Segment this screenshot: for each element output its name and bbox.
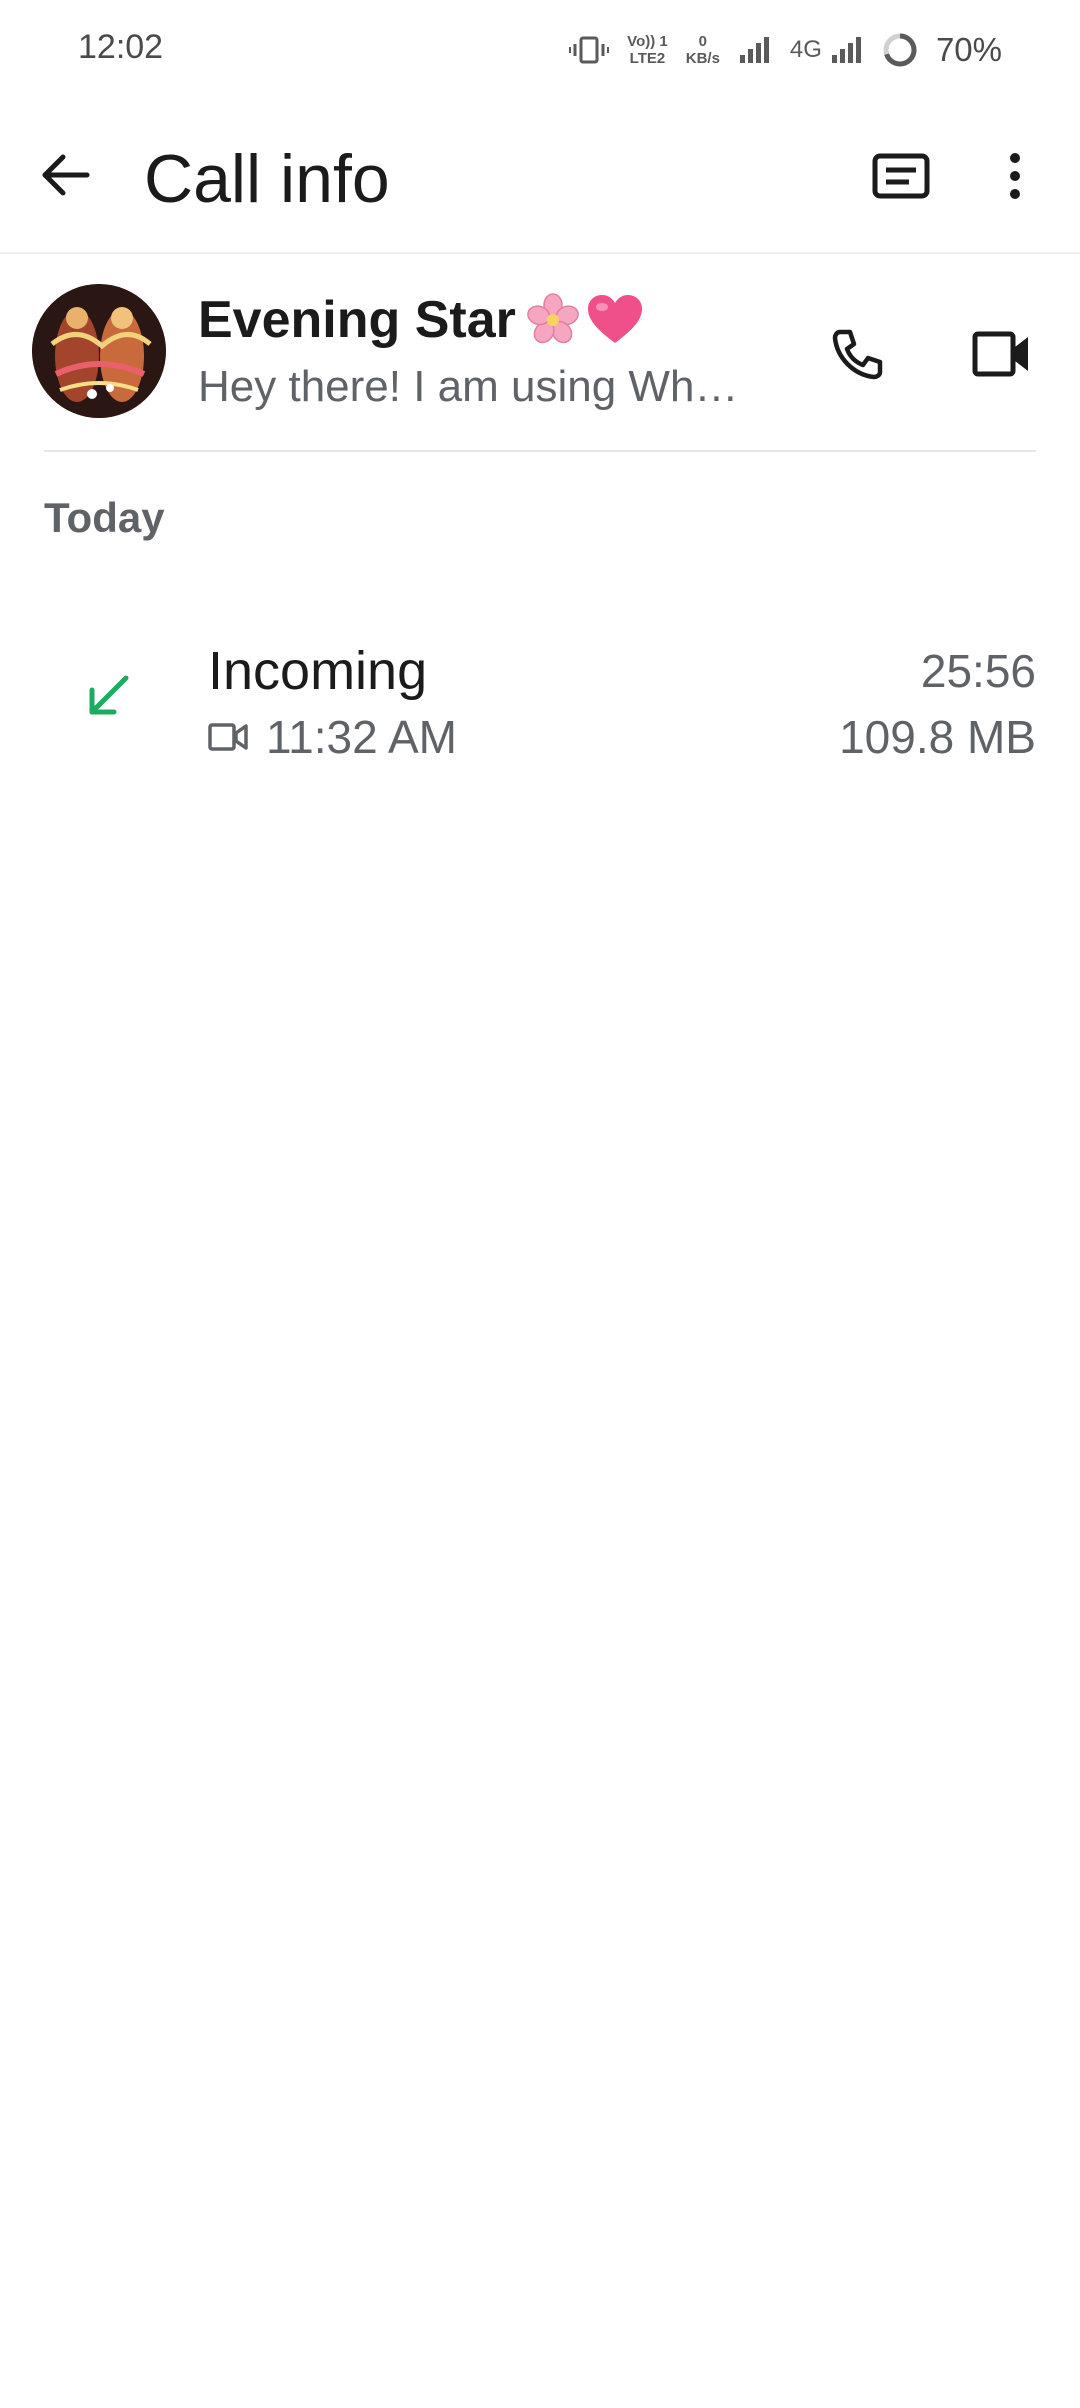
video-camera-icon [972, 331, 1028, 377]
call-time: 11:32 AM [266, 711, 457, 763]
more-vert-icon [1010, 153, 1020, 199]
incoming-arrow-icon [89, 675, 129, 715]
volte-bottom: LTE2 [629, 50, 666, 67]
net-speed: 0 KB/s [686, 33, 720, 67]
call-duration: 25:56 [920, 645, 1036, 697]
signal-icon [830, 35, 864, 65]
net-speed-value: 0 [698, 33, 707, 50]
app-bar: Call info [0, 100, 1080, 254]
signal-icon [738, 35, 772, 65]
status-icons: Vo)) 1 LTE2 0 KB/s 4G 70% [569, 22, 1002, 78]
battery-ring-icon [882, 32, 918, 68]
contact-status: Hey there! I am using Wh… [198, 362, 739, 411]
call-time-row: 11:32 AM [208, 710, 457, 764]
phone-icon [832, 329, 883, 380]
divider [44, 450, 1036, 452]
call-log-item: Incoming 11:32 AM 25:56 109.8 MB [0, 610, 1080, 770]
status-bar: 12:02 Vo)) 1 LTE2 0 KB/s 4G 70% [0, 0, 1080, 100]
call-info-screen: 12:02 Vo)) 1 LTE2 0 KB/s 4G 70% Call inf… [0, 0, 1080, 2408]
cherry-blossom-emoji [527, 293, 579, 344]
message-button[interactable] [865, 144, 937, 208]
avatar[interactable] [32, 284, 166, 418]
status-time: 12:02 [78, 28, 164, 66]
battery-percent: 70% [935, 31, 1002, 68]
volte-indicator: Vo)) 1 LTE2 [627, 33, 668, 67]
call-type: Incoming [208, 641, 428, 701]
section-header-today: Today [44, 494, 165, 541]
network-type: 4G [789, 36, 822, 63]
pink-heart-emoji [587, 295, 642, 343]
net-speed-unit: KB/s [685, 50, 720, 67]
video-camera-icon [208, 723, 248, 751]
page-title: Call info [144, 141, 390, 217]
contact-name-row: Evening Star [198, 290, 644, 350]
back-button[interactable] [36, 145, 96, 205]
message-icon [872, 153, 930, 199]
name-emojis [526, 293, 644, 347]
volte-top: Vo)) 1 [627, 33, 668, 50]
more-options-button[interactable] [990, 144, 1040, 208]
contact-row[interactable]: Evening Star Hey there! I am using Wh… [0, 254, 1080, 452]
call-data-size: 109.8 MB [839, 711, 1036, 763]
voice-call-button[interactable] [822, 318, 894, 390]
avatar-image [32, 284, 166, 418]
vibrate-icon [569, 35, 610, 65]
contact-name: Evening Star [198, 291, 516, 349]
video-call-button[interactable] [964, 318, 1040, 390]
back-arrow-icon [42, 154, 90, 196]
